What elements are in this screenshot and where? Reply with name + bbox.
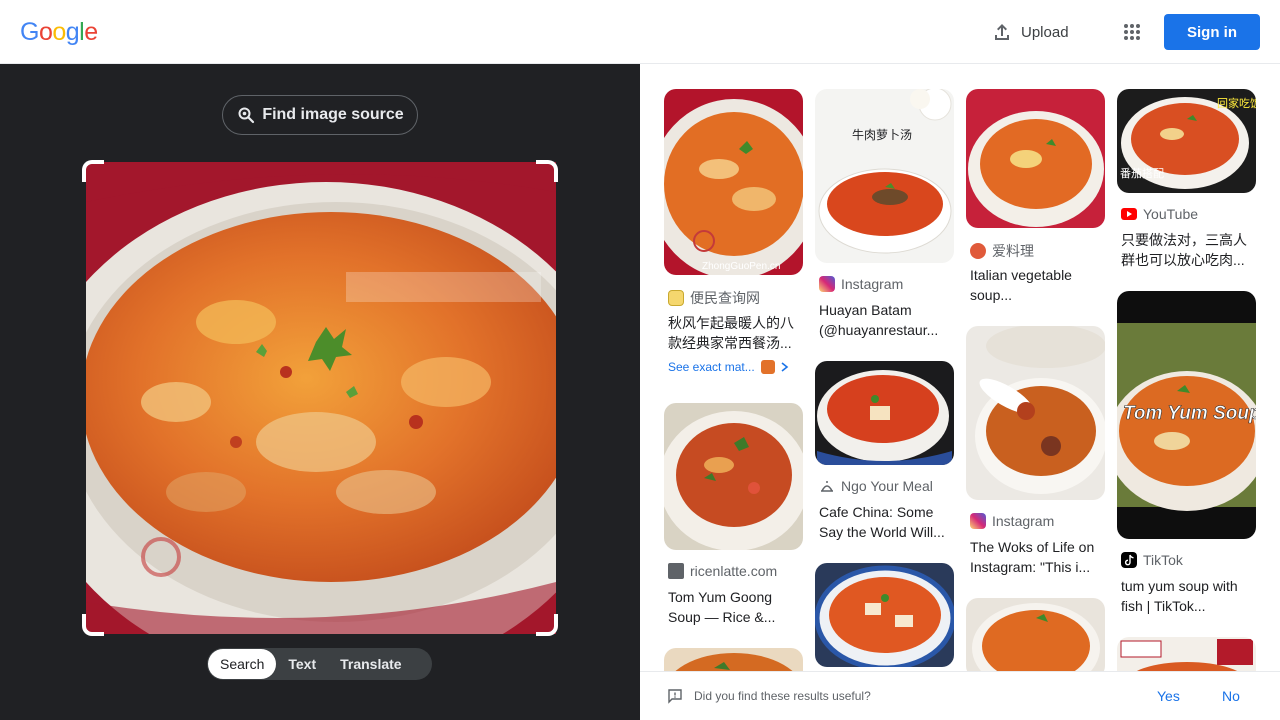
result-source[interactable]: Instagram [819,276,903,292]
restaurant-icon [821,481,833,492]
see-exact-matches-link[interactable]: See exact mat... [668,360,789,374]
soup-image [815,361,954,465]
source-favicon-icon [668,290,684,306]
feedback-yes-button[interactable]: Yes [1157,688,1180,704]
thumbnail-caption: Tom Yum Soup [1123,403,1256,424]
crop-handle-bottom-left[interactable] [82,614,104,636]
result-thumbnail[interactable] [664,403,803,550]
find-image-source-button[interactable]: Find image source [222,95,418,135]
soup-image: 牛肉萝卜汤 [815,89,954,263]
feedback-icon [668,689,682,704]
result-title[interactable]: The Woks of Life on Instagram: "This i..… [970,537,1103,577]
feedback-question: Did you find these results useful? [694,689,871,703]
result-thumbnail[interactable]: 回家吃饭 番茄搭配 [1117,89,1256,193]
soup-image [966,89,1105,228]
soup-image [1117,637,1256,671]
result-source[interactable]: ricenlatte.com [668,563,777,579]
result-thumbnail[interactable] [966,89,1105,228]
thumbnail-caption: 番茄搭配 [1120,166,1164,180]
result-thumbnail[interactable] [815,361,954,465]
result-thumbnail[interactable]: Tom Yum Soup [1117,291,1256,539]
thumbnail-caption: 牛肉萝卜汤 [852,127,912,142]
result-title[interactable]: Italian vegetable soup... [970,265,1103,305]
crop-handle-top-right[interactable] [536,160,558,182]
result-source[interactable]: 便民查询网 [668,288,760,308]
soup-image: ZhongGuoPen.cn [664,89,803,275]
result-thumbnail[interactable] [815,563,954,667]
exact-match-thumbnail [760,360,775,374]
mode-text-tab[interactable]: Text [276,649,328,679]
result-thumbnail[interactable]: 牛肉萝卜汤 [815,89,954,263]
instagram-icon [819,276,835,292]
google-logo[interactable]: Google [20,18,98,47]
mode-translate-tab[interactable]: Translate [328,649,413,679]
feedback-bar: Did you find these results useful? Yes N… [640,671,1280,720]
upload-icon [995,24,1009,40]
watermark-text: ZhongGuoPen.cn [702,261,780,272]
instagram-icon [970,513,986,529]
result-thumbnail[interactable]: ZhongGuoPen.cn [664,89,803,275]
result-source[interactable]: 爱料理 [970,241,1034,261]
soup-image [664,648,803,671]
upload-button[interactable]: Upload [992,20,1069,44]
soup-image [815,563,954,667]
results-grid: ZhongGuoPen.cn 便民查询网 秋风乍起最暖人的八款经典家常西餐汤..… [640,64,1280,671]
mode-search-tab[interactable]: Search [208,649,277,679]
soup-bowl-image [86,162,556,634]
upload-label: Upload [1021,23,1069,41]
crop-handle-top-left[interactable] [82,160,104,182]
result-title[interactable]: Cafe China: Some Say the World Will... [819,502,952,542]
result-thumbnail[interactable] [966,598,1105,671]
thumbnail-caption: 回家吃饭 [1217,96,1256,110]
top-bar: Google Upload Sign in [0,0,1280,64]
result-title[interactable]: tum yum soup with fish | TikTok... [1121,576,1254,616]
result-title[interactable]: 秋风乍起最暖人的八款经典家常西餐汤... [668,313,801,353]
chevron-right-icon [781,362,788,372]
lens-search-icon [238,107,255,124]
soup-image [966,598,1105,671]
find-image-source-label: Find image source [262,106,404,123]
soup-image: Tom Yum Soup [1117,291,1256,539]
youtube-icon [1121,208,1137,220]
result-thumbnail[interactable] [664,648,803,671]
tiktok-icon [1121,552,1137,568]
result-source[interactable]: Ngo Your Meal [819,478,933,494]
feedback-no-button[interactable]: No [1222,688,1240,704]
source-favicon-icon [970,243,986,259]
result-source[interactable]: Instagram [970,513,1054,529]
query-image-panel: Find image source Search Text Translate [0,64,640,720]
result-thumbnail[interactable] [1117,637,1256,671]
result-title[interactable]: Huayan Batam (@huayanrestaur... [819,300,952,340]
result-thumbnail[interactable] [966,326,1105,500]
apps-grid-icon[interactable] [1120,20,1144,44]
query-image[interactable] [86,162,556,634]
crop-handle-bottom-right[interactable] [536,614,558,636]
result-title[interactable]: 只要做法对，三高人群也可以放心吃肉... [1121,230,1254,270]
source-favicon-icon [668,563,684,579]
result-source[interactable]: TikTok [1121,552,1183,568]
soup-image [966,326,1105,500]
result-title[interactable]: Tom Yum Goong Soup — Rice &... [668,587,801,627]
mode-switcher: Search Text Translate [207,648,432,680]
soup-image: 回家吃饭 番茄搭配 [1117,89,1256,193]
sign-in-button[interactable]: Sign in [1164,14,1260,50]
soup-image [664,403,803,550]
result-source[interactable]: YouTube [1121,206,1198,222]
